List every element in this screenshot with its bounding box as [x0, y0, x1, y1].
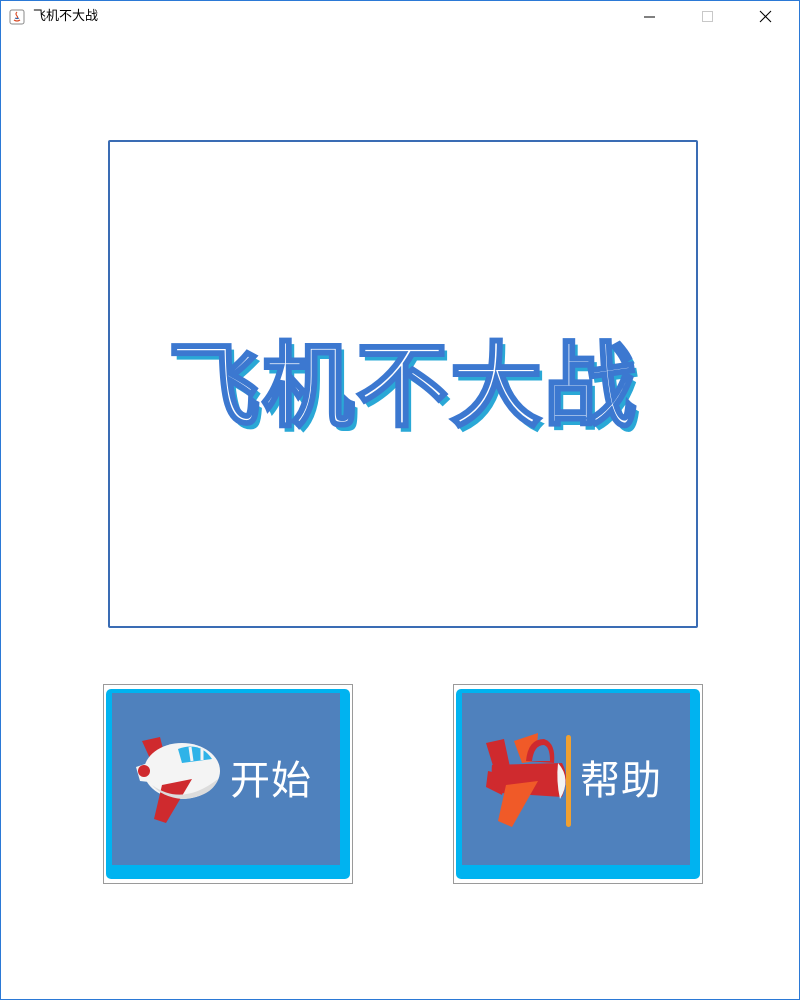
- red-propeller-plane-icon: [486, 733, 571, 827]
- java-icon[interactable]: [9, 9, 25, 25]
- white-plane-icon: [136, 737, 220, 823]
- help-button-label: 帮助: [580, 758, 662, 804]
- window-title: 飞机不大战: [33, 9, 99, 24]
- start-button-face: 开始: [112, 693, 340, 865]
- app-window: 飞机不大战 飞机不大战 开始 帮助: [0, 0, 800, 1000]
- game-title-panel: 飞机不大战: [108, 140, 698, 628]
- start-button-label: 开始: [230, 758, 312, 804]
- game-title: 飞机不大战: [166, 332, 638, 442]
- minimize-button[interactable]: [621, 1, 679, 33]
- maximize-icon: [702, 11, 713, 22]
- help-button-face: 帮助: [462, 693, 690, 865]
- minimize-icon: [644, 16, 655, 18]
- maximize-button[interactable]: [679, 1, 737, 33]
- start-button[interactable]: 开始: [103, 684, 353, 884]
- help-button[interactable]: 帮助: [453, 684, 703, 884]
- close-icon: [759, 10, 772, 23]
- title-bar[interactable]: 飞机不大战: [1, 1, 799, 33]
- close-button[interactable]: [737, 1, 795, 33]
